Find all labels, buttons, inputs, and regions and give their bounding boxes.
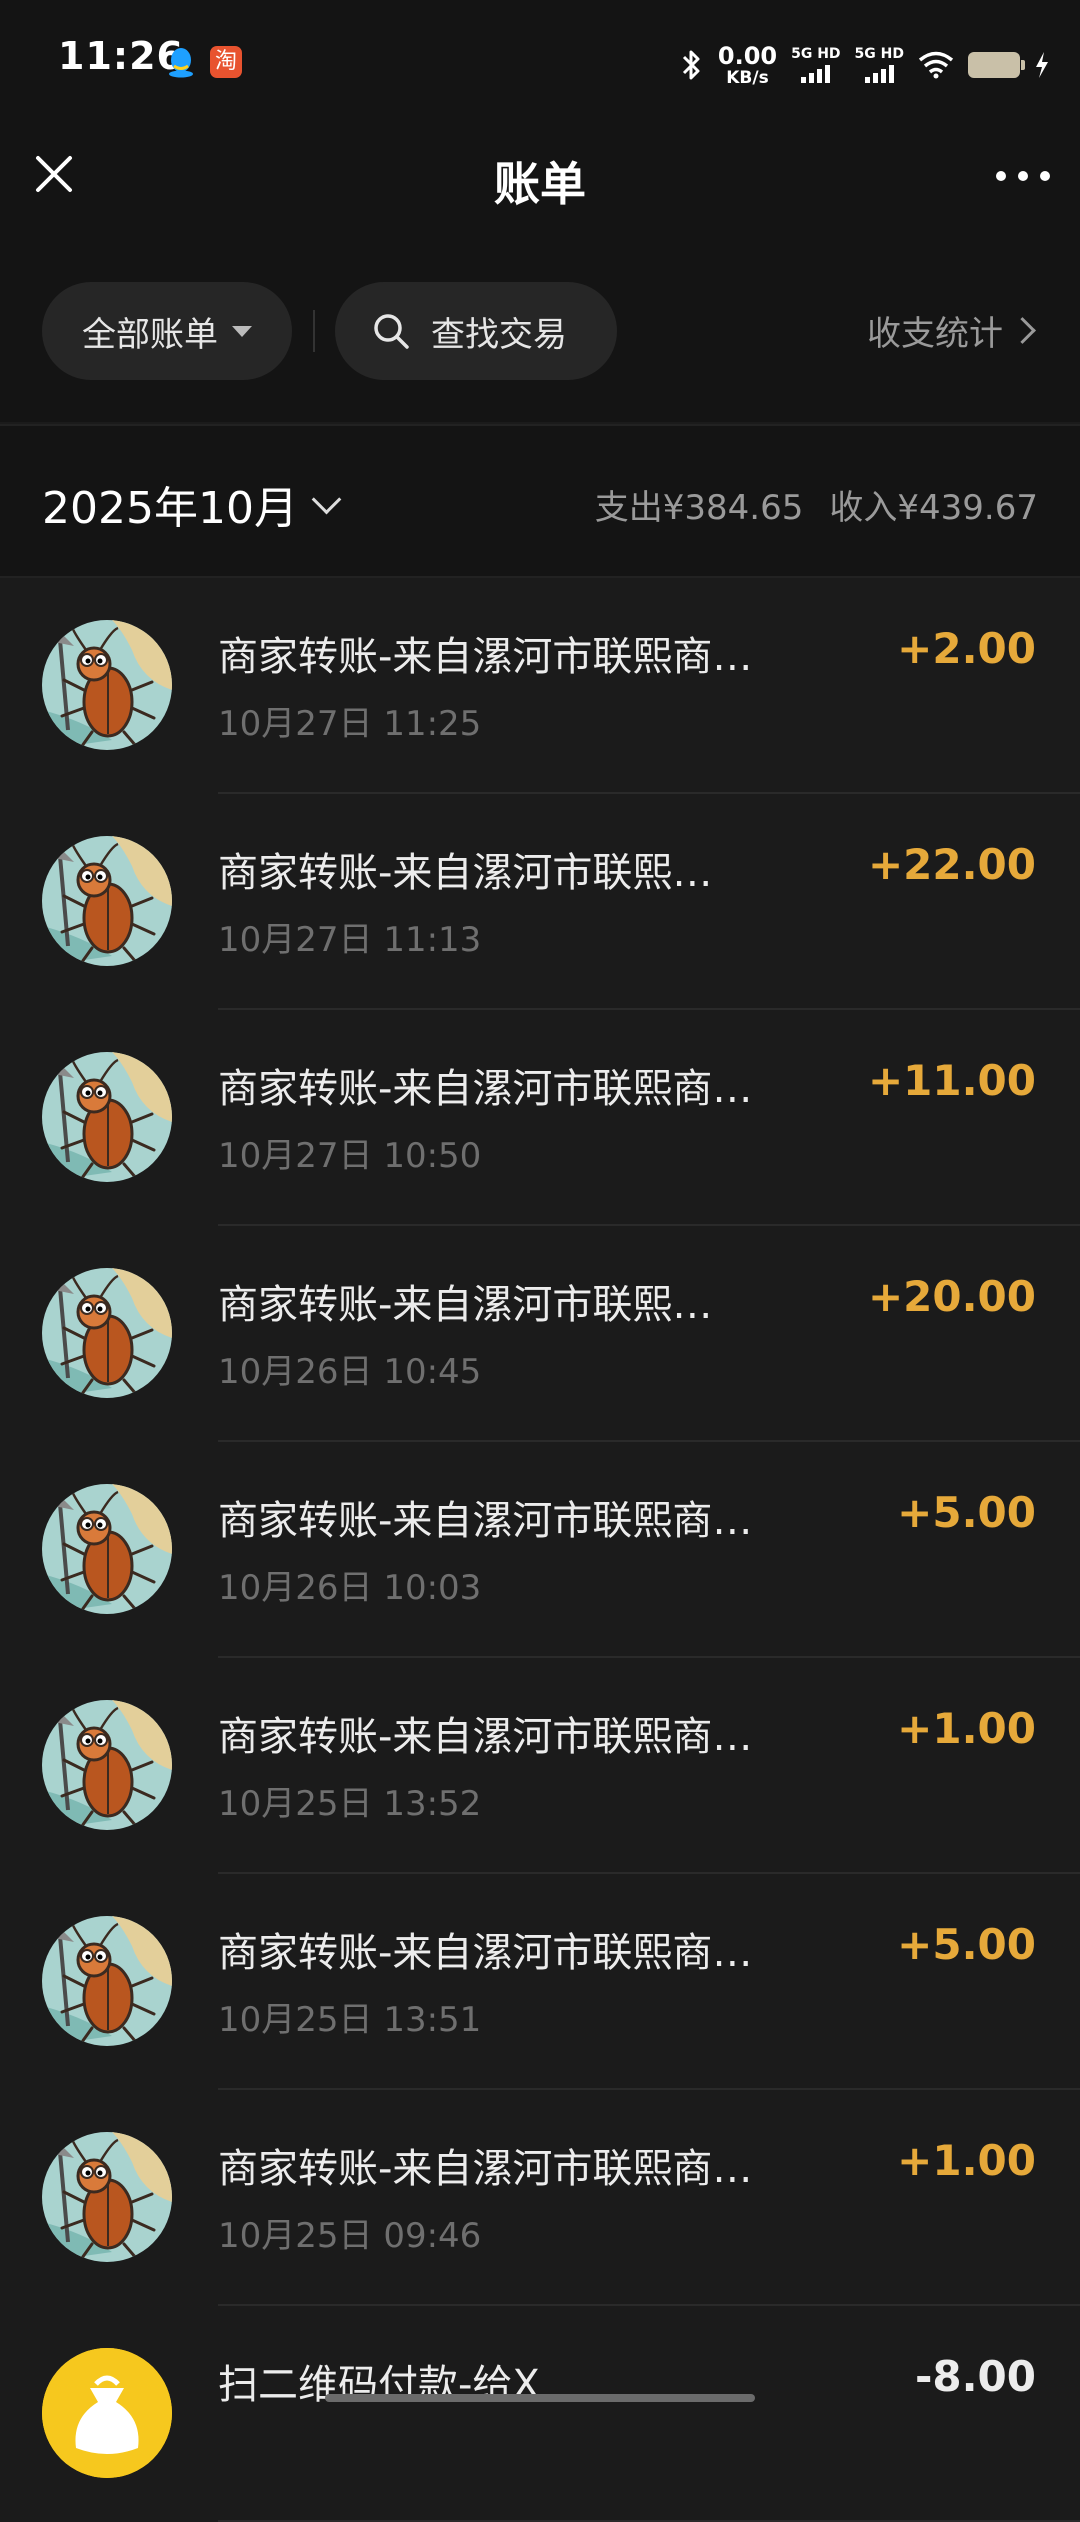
chevron-down-icon <box>311 484 342 514</box>
stats-link[interactable]: 收支统计 <box>867 306 1036 355</box>
header: 账单 <box>0 120 1080 270</box>
transaction-title: 商家转账-来自漯河市联熙商… <box>218 2146 753 2192</box>
all-bills-dropdown[interactable]: 全部账单 <box>42 282 292 380</box>
transaction-title: 商家转账-来自漯河市联熙商… <box>218 1714 753 1760</box>
filter-bar: 全部账单 查找交易 收支统计 <box>0 270 1080 422</box>
transaction-amount: +1.00 <box>897 1704 1036 1753</box>
net-speed-unit: KB/s <box>726 67 769 88</box>
qq-icon <box>169 48 193 78</box>
search-icon <box>374 314 409 349</box>
transaction-row[interactable]: 商家转账-来自漯河市联熙商… 10月27日 10:50 +11.00 <box>0 1010 1080 1226</box>
transaction-row[interactable]: 商家转账-来自漯河市联熙… 10月26日 10:45 +20.00 <box>0 1226 1080 1442</box>
transaction-time: 10月25日 09:46 <box>218 2216 482 2256</box>
cockroach-avatar <box>42 620 172 750</box>
chevron-right-icon <box>1009 317 1036 344</box>
transaction-amount: +1.00 <box>897 2136 1036 2185</box>
cockroach-avatar <box>42 836 172 966</box>
status-time: 11:26 <box>58 34 184 78</box>
transaction-time: 10月27日 10:50 <box>218 1136 482 1176</box>
transaction-time: 10月26日 10:45 <box>218 1352 482 1392</box>
taobao-icon: 淘 <box>210 46 242 78</box>
transaction-amount: +5.00 <box>897 1488 1036 1537</box>
cockroach-avatar <box>42 1268 172 1398</box>
battery-icon <box>968 52 1025 78</box>
transaction-amount: +11.00 <box>867 1056 1036 1105</box>
status-bar: 11:26 淘 0.00 KB/s 5G HD 5G HD <box>0 0 1080 120</box>
transaction-amount: -8.00 <box>914 2352 1036 2401</box>
cockroach-avatar <box>42 2132 172 2262</box>
transaction-title: 商家转账-来自漯河市联熙… <box>218 850 713 896</box>
transaction-time: 10月27日 11:13 <box>218 920 482 960</box>
home-indicator[interactable] <box>325 2394 755 2402</box>
more-icon[interactable] <box>996 164 1050 188</box>
transaction-time: 10月25日 13:51 <box>218 2000 482 2040</box>
page-title: 账单 <box>494 157 586 211</box>
income-total: 收入¥439.67 <box>829 488 1038 528</box>
search-label: 查找交易 <box>431 314 567 355</box>
transaction-row[interactable]: 商家转账-来自漯河市联熙商… 10月25日 13:52 +1.00 <box>0 1658 1080 1874</box>
net-speed: 0.00 KB/s <box>718 44 777 87</box>
transaction-amount: +5.00 <box>897 1920 1036 1969</box>
month-selector[interactable]: 2025年10月 <box>42 472 342 536</box>
month-bar: 2025年10月 支出¥384.65 收入¥439.67 <box>0 424 1080 578</box>
transaction-amount: +22.00 <box>867 840 1036 889</box>
transaction-title: 商家转账-来自漯河市联熙… <box>218 1282 713 1328</box>
transaction-row[interactable]: 商家转账-来自漯河市联熙商… 10月26日 10:03 +5.00 <box>0 1442 1080 1658</box>
divider <box>313 310 315 352</box>
search-transactions-button[interactable]: 查找交易 <box>335 282 617 380</box>
cockroach-avatar <box>42 1916 172 2046</box>
cockroach-avatar <box>42 1484 172 1614</box>
transaction-row[interactable]: 扫二维码付款-给X -8.00 <box>0 2306 1080 2522</box>
transaction-title: 商家转账-来自漯河市联熙商… <box>218 634 753 680</box>
signal-icon: 5G HD <box>791 46 841 83</box>
month-summary: 支出¥384.65 收入¥439.67 <box>595 480 1038 529</box>
transaction-title: 商家转账-来自漯河市联熙商… <box>218 1498 753 1544</box>
transaction-row[interactable]: 商家转账-来自漯河市联熙商… 10月25日 13:51 +5.00 <box>0 1874 1080 2090</box>
transaction-time: 10月26日 10:03 <box>218 1568 482 1608</box>
bluetooth-icon <box>682 50 700 80</box>
transaction-amount: +2.00 <box>897 624 1036 673</box>
transaction-row[interactable]: 商家转账-来自漯河市联熙商… 10月25日 09:46 +1.00 <box>0 2090 1080 2306</box>
transaction-amount: +20.00 <box>867 1272 1036 1321</box>
caret-down-icon <box>232 325 252 337</box>
sim2-label: 5G HD <box>854 46 904 62</box>
stats-label: 收支统计 <box>867 314 1003 354</box>
transaction-time: 10月27日 11:25 <box>218 704 482 744</box>
transaction-title: 商家转账-来自漯河市联熙商… <box>218 1066 753 1112</box>
transaction-time: 10月25日 13:52 <box>218 1784 482 1824</box>
transaction-row[interactable]: 商家转账-来自漯河市联熙… 10月27日 11:13 +22.00 <box>0 794 1080 1010</box>
sim1-label: 5G HD <box>791 46 841 62</box>
transaction-list: 商家转账-来自漯河市联熙商… 10月27日 11:25 +2.00 商家转账-来自漯… <box>0 578 1080 2522</box>
all-bills-label: 全部账单 <box>82 314 218 355</box>
signal-icon-2: 5G HD <box>855 47 904 83</box>
wifi-icon <box>918 51 954 79</box>
cockroach-avatar <box>42 1700 172 1830</box>
status-right: 0.00 KB/s 5G HD 5G HD <box>680 40 1050 90</box>
month-label: 2025年10月 <box>42 483 298 534</box>
transaction-title: 商家转账-来自漯河市联熙商… <box>218 1930 753 1976</box>
net-speed-value: 0.00 <box>717 41 778 70</box>
expense-total: 支出¥384.65 <box>594 488 804 528</box>
charging-icon <box>1036 52 1048 78</box>
transaction-row[interactable]: 商家转账-来自漯河市联熙商… 10月27日 11:25 +2.00 <box>0 578 1080 794</box>
cockroach-avatar <box>42 1052 172 1182</box>
money-bag-avatar <box>42 2348 172 2478</box>
